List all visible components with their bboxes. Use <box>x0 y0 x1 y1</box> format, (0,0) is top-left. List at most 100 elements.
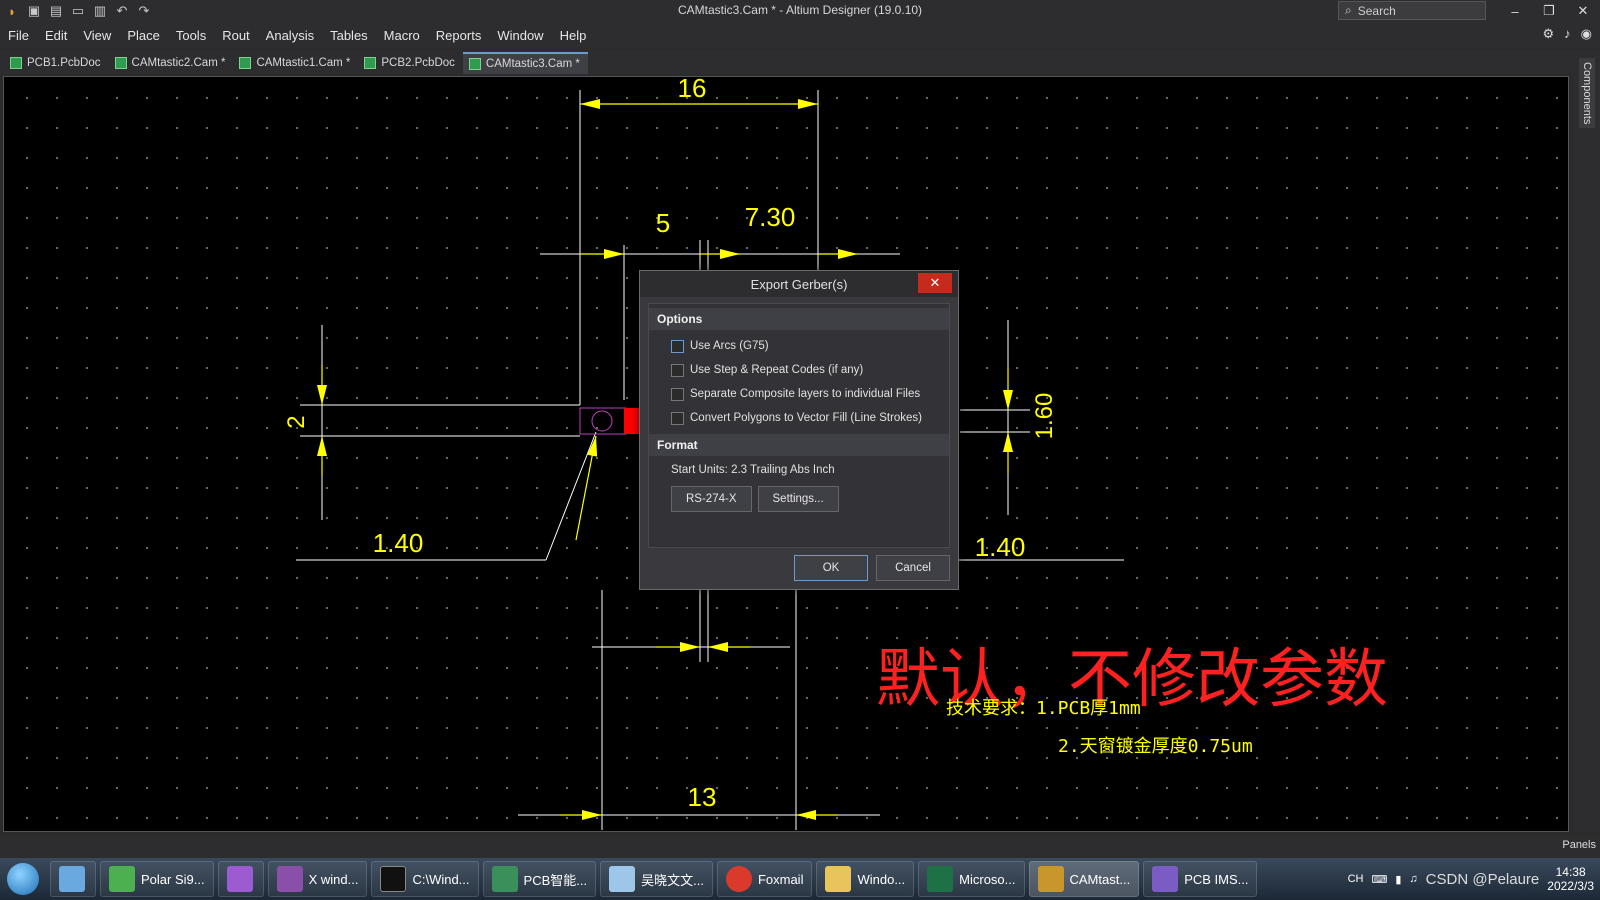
system-tray: CH ⌨ ▮ ♫ CSDN @Pelaure 14:38 2022/3/3 <box>1348 860 1594 898</box>
menu-tools[interactable]: Tools <box>168 28 214 43</box>
close-window-button[interactable]: ✕ <box>1566 0 1600 22</box>
tab-camtastic2[interactable]: CAMtastic2.Cam * <box>109 52 234 74</box>
taskbar-doc[interactable]: 吴晓文文... <box>600 861 713 897</box>
pcb-smart-icon <box>491 866 518 892</box>
open-project-icon[interactable]: ▥ <box>92 3 108 19</box>
tab-camtastic1[interactable]: CAMtastic1.Cam * <box>233 52 358 74</box>
tab-camtastic3[interactable]: CAMtastic3.Cam * <box>462 52 588 74</box>
note-tech-req-2: 2.天窗镀金厚度0.75um <box>1058 736 1253 757</box>
convert-polygons-checkbox[interactable] <box>671 411 684 425</box>
folder-icon <box>825 866 852 892</box>
search-placeholder: Search <box>1357 3 1396 18</box>
menu-file[interactable]: File <box>0 28 37 43</box>
dialog-title-bar[interactable]: Export Gerber(s) ✕ <box>640 271 958 297</box>
cam-doc-icon <box>239 57 252 69</box>
options-header: Options <box>649 308 949 330</box>
format-buttons: RS-274-X Settings... <box>649 482 949 512</box>
tab-label: CAMtastic3.Cam * <box>485 58 580 70</box>
tab-pcb2[interactable]: PCB2.PcbDoc <box>358 52 463 74</box>
network-icon[interactable]: ▮ <box>1395 873 1401 886</box>
taskbar-desktop[interactable] <box>50 861 96 897</box>
user-icon[interactable]: ◉ <box>1581 26 1592 42</box>
minimize-button[interactable]: – <box>1498 0 1532 22</box>
menu-window[interactable]: Window <box>489 28 551 43</box>
bell-icon[interactable]: ♪ <box>1564 26 1571 42</box>
taskbar-label: Windo... <box>857 871 906 887</box>
ok-button[interactable]: OK <box>794 555 868 581</box>
taskbar-polar[interactable]: Polar Si9... <box>100 861 214 897</box>
taskbar-pcb-ims[interactable]: PCB IMS... <box>1143 861 1258 897</box>
cancel-button[interactable]: Cancel <box>876 555 950 581</box>
menu-bar: File Edit View Place Tools Rout Analysis… <box>0 22 1600 48</box>
undo-icon[interactable]: ↶ <box>114 3 130 19</box>
components-panel-tab[interactable]: Components <box>1579 58 1595 128</box>
language-indicator[interactable]: CH <box>1348 873 1364 885</box>
settings-button[interactable]: Settings... <box>757 486 839 512</box>
taskbar-xwin[interactable]: X wind... <box>267 861 368 897</box>
taskbar-foxmail[interactable]: Foxmail <box>716 861 813 897</box>
doc-icon <box>609 866 636 892</box>
search-icon: ⌕ <box>1345 3 1352 17</box>
menu-reports[interactable]: Reports <box>428 28 490 43</box>
separate-layers-option[interactable]: Separate Composite layers to individual … <box>649 382 949 406</box>
right-panel-strip <box>1574 52 1600 832</box>
tab-pcb1[interactable]: PCB1.PcbDoc <box>4 52 109 74</box>
menu-place[interactable]: Place <box>119 28 168 43</box>
save-icon[interactable]: ▣ <box>26 3 42 19</box>
start-button[interactable] <box>0 859 46 899</box>
taskbar-altium[interactable]: CAMtast... <box>1028 861 1140 897</box>
option-label: Use Arcs (G75) <box>690 340 769 352</box>
xwin-icon <box>276 866 303 892</box>
redo-icon[interactable]: ↷ <box>136 3 152 19</box>
clock[interactable]: 14:38 2022/3/3 <box>1547 865 1594 893</box>
use-arcs-checkbox[interactable] <box>671 339 684 353</box>
dialog-body: Options Use Arcs (G75) Use Step & Repeat… <box>648 303 950 548</box>
menu-macro[interactable]: Macro <box>376 28 428 43</box>
taskbar-explorer[interactable]: Windo... <box>816 861 915 897</box>
volume-icon[interactable]: ♫ <box>1409 873 1417 885</box>
menu-edit[interactable]: Edit <box>37 28 75 43</box>
taskbar-pcb-tool[interactable] <box>217 861 264 897</box>
dialog-footer: OK Cancel <box>794 555 950 581</box>
menu-analysis[interactable]: Analysis <box>258 28 322 43</box>
windows-logo-icon <box>7 863 39 895</box>
taskbar-label: X wind... <box>308 871 359 887</box>
watermark: CSDN @Pelaure <box>1425 870 1540 888</box>
taskbar-label: Polar Si9... <box>141 871 205 887</box>
taskbar-label: C:\Wind... <box>412 871 470 887</box>
use-arcs-option[interactable]: Use Arcs (G75) <box>649 334 949 358</box>
rs274x-button[interactable]: RS-274-X <box>671 486 752 512</box>
window-controls: – ❐ ✕ <box>1498 0 1600 22</box>
menu-view[interactable]: View <box>75 28 119 43</box>
keyboard-icon[interactable]: ⌨ <box>1371 873 1387 886</box>
restore-button[interactable]: ❐ <box>1532 0 1566 22</box>
taskbar-label: Microso... <box>959 871 1016 887</box>
panels-button[interactable]: Panels <box>1562 839 1596 851</box>
search-input[interactable]: ⌕ Search <box>1338 1 1486 20</box>
menu-help[interactable]: Help <box>552 28 595 43</box>
dialog-close-button[interactable]: ✕ <box>918 273 952 293</box>
taskbar-pcb-smart[interactable]: PCB智能... <box>482 861 597 897</box>
step-repeat-checkbox[interactable] <box>671 363 684 377</box>
quick-access-toolbar: ◗ ▣ ▤ ▭ ▥ ↶ ↷ <box>0 3 152 19</box>
separate-layers-checkbox[interactable] <box>671 387 684 401</box>
cam-doc-icon <box>468 58 481 70</box>
clock-time: 14:38 <box>1555 865 1586 879</box>
pcb-tool-icon <box>226 866 253 892</box>
save-all-icon[interactable]: ▤ <box>48 3 64 19</box>
tab-label: CAMtastic2.Cam * <box>131 57 226 69</box>
step-repeat-option[interactable]: Use Step & Repeat Codes (if any) <box>649 358 949 382</box>
tab-label: PCB1.PcbDoc <box>27 57 101 69</box>
excel-icon <box>927 866 954 892</box>
taskbar-excel[interactable]: Microso... <box>918 861 1025 897</box>
taskbar-cmd[interactable]: C:\Wind... <box>371 861 479 897</box>
menu-rout[interactable]: Rout <box>214 28 257 43</box>
altium-icon <box>1037 866 1064 892</box>
convert-polygons-option[interactable]: Convert Polygons to Vector Fill (Line St… <box>649 406 949 430</box>
gear-icon[interactable]: ⚙ <box>1543 26 1555 42</box>
menu-tables[interactable]: Tables <box>322 28 376 43</box>
open-icon[interactable]: ▭ <box>70 3 86 19</box>
taskbar-label: PCB智能... <box>523 872 588 888</box>
option-label: Use Step & Repeat Codes (if any) <box>690 364 864 376</box>
cmd-icon <box>380 866 407 892</box>
